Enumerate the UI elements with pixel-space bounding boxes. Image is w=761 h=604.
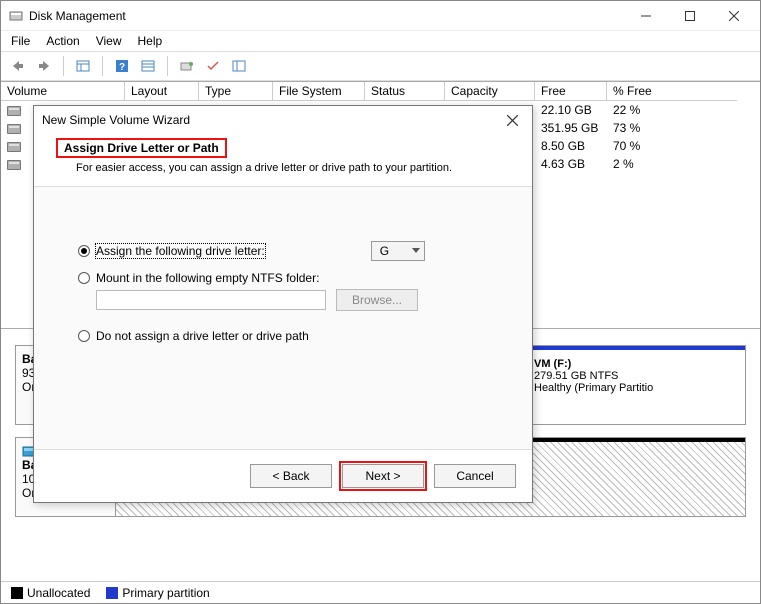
col-volume[interactable]: Volume	[1, 82, 125, 101]
maximize-button[interactable]	[668, 2, 712, 30]
titlebar: Disk Management	[1, 1, 760, 31]
disk-management-window: Disk Management File Action View Help ? …	[0, 0, 761, 604]
back-button[interactable]: < Back	[250, 464, 332, 488]
volume-icon	[7, 124, 21, 134]
free-cell: 4.63 GB	[535, 157, 607, 171]
radio-icon[interactable]	[78, 272, 90, 284]
option-assign-label: Assign the following drive letter:	[96, 244, 265, 258]
col-freespace[interactable]: Free Spa...	[535, 82, 607, 101]
pct-cell: 70 %	[607, 139, 687, 153]
legend: Unallocated Primary partition	[1, 581, 760, 603]
mount-folder-input[interactable]	[96, 290, 326, 310]
back-icon[interactable]	[7, 55, 29, 77]
legend-swatch-blue	[106, 587, 118, 599]
wizard-titlebar: New Simple Volume Wizard	[34, 106, 532, 134]
chevron-down-icon	[412, 248, 420, 254]
volume-icon	[7, 142, 21, 152]
free-cell: 22.10 GB	[535, 103, 607, 117]
disk-icon	[9, 9, 23, 23]
menu-file[interactable]: File	[11, 34, 30, 48]
wizard-header: Assign Drive Letter or Path For easier a…	[34, 134, 532, 186]
col-pctfree[interactable]: % Free	[607, 82, 737, 101]
option-mount-label: Mount in the following empty NTFS folder…	[96, 271, 319, 285]
option-assign-letter[interactable]: Assign the following drive letter: G	[78, 241, 502, 261]
next-button[interactable]: Next >	[342, 464, 424, 488]
help-icon[interactable]: ?	[111, 55, 133, 77]
radio-icon[interactable]	[78, 330, 90, 342]
partition-title: VM (F:)	[534, 358, 739, 370]
menu-action[interactable]: Action	[46, 34, 79, 48]
partition-size: 279.51 GB NTFS	[534, 370, 739, 382]
legend-unallocated: Unallocated	[11, 586, 90, 600]
wizard-close-button[interactable]	[500, 108, 524, 132]
col-filesystem[interactable]: File System	[273, 82, 365, 101]
check-icon[interactable]	[202, 55, 224, 77]
title-text: Disk Management	[29, 9, 126, 23]
option-none-label: Do not assign a drive letter or drive pa…	[96, 329, 309, 343]
pane-icon[interactable]	[72, 55, 94, 77]
partition-block-vm[interactable]: VM (F:) 279.51 GB NTFS Healthy (Primary …	[528, 346, 745, 424]
col-capacity[interactable]: Capacity	[445, 82, 535, 101]
toolbar: ?	[1, 51, 760, 81]
minimize-button[interactable]	[624, 2, 668, 30]
wizard-title: New Simple Volume Wizard	[42, 113, 500, 127]
wizard-heading: Assign Drive Letter or Path	[56, 138, 227, 158]
col-type[interactable]: Type	[199, 82, 273, 101]
window-title: Disk Management	[9, 9, 624, 23]
forward-icon[interactable]	[33, 55, 55, 77]
pct-cell: 73 %	[607, 121, 687, 135]
col-layout[interactable]: Layout	[125, 82, 199, 101]
refresh-icon[interactable]	[176, 55, 198, 77]
close-button[interactable]	[712, 2, 756, 30]
cancel-button[interactable]: Cancel	[434, 464, 516, 488]
option-mount-folder[interactable]: Mount in the following empty NTFS folder…	[78, 271, 502, 285]
svg-text:?: ?	[119, 62, 125, 73]
free-cell: 8.50 GB	[535, 139, 607, 153]
browse-button: Browse...	[336, 289, 418, 311]
menu-help[interactable]: Help	[138, 34, 163, 48]
toolbar-separator	[102, 56, 103, 76]
list-icon[interactable]	[137, 55, 159, 77]
wizard-body: Assign the following drive letter: G Mou…	[34, 186, 532, 450]
props-icon[interactable]	[228, 55, 250, 77]
legend-swatch-black	[11, 587, 23, 599]
drive-letter-select[interactable]: G	[371, 241, 425, 261]
drive-letter-value: G	[380, 244, 389, 258]
radio-icon[interactable]	[78, 245, 90, 257]
col-status[interactable]: Status	[365, 82, 445, 101]
pct-cell: 22 %	[607, 103, 687, 117]
pct-cell: 2 %	[607, 157, 687, 171]
toolbar-separator	[167, 56, 168, 76]
partition-health: Healthy (Primary Partitio	[534, 382, 739, 394]
wizard-buttons: < Back Next > Cancel	[34, 450, 532, 502]
menu-view[interactable]: View	[96, 34, 122, 48]
legend-primary: Primary partition	[106, 586, 209, 600]
volume-list-header: Volume Layout Type File System Status Ca…	[1, 81, 760, 101]
menubar: File Action View Help	[1, 31, 760, 51]
volume-icon	[7, 106, 21, 116]
wizard-subheading: For easier access, you can assign a driv…	[56, 162, 510, 174]
free-cell: 351.95 GB	[535, 121, 607, 135]
partition-bar	[528, 346, 745, 350]
volume-icon	[7, 160, 21, 170]
new-simple-volume-wizard: New Simple Volume Wizard Assign Drive Le…	[33, 105, 533, 503]
toolbar-separator	[63, 56, 64, 76]
option-no-letter[interactable]: Do not assign a drive letter or drive pa…	[78, 329, 502, 343]
mount-input-row: Browse...	[78, 289, 502, 311]
